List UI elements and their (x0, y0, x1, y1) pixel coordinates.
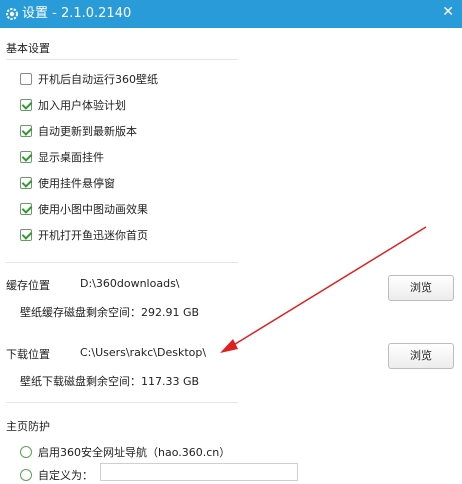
annotation-arrow (220, 226, 427, 353)
